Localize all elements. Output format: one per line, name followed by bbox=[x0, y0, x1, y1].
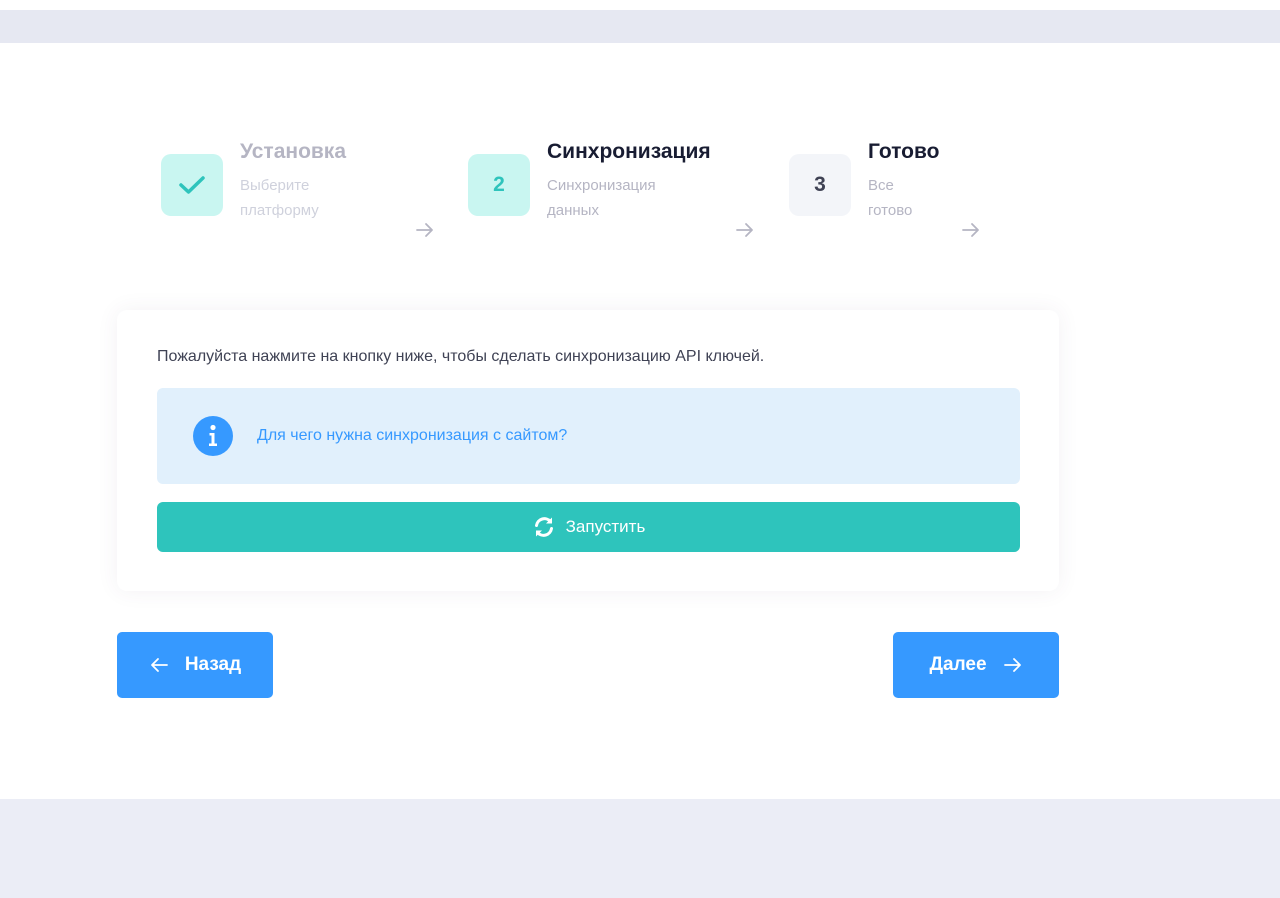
run-sync-button[interactable]: Запустить bbox=[157, 502, 1020, 552]
next-label: Далее bbox=[929, 654, 987, 675]
arrow-left-icon bbox=[150, 658, 168, 672]
sync-icon bbox=[534, 517, 553, 537]
step-sync-desc: Синхронизация данных bbox=[547, 173, 711, 223]
step-install-desc-line1: Выберите bbox=[240, 177, 310, 194]
info-circle-icon bbox=[193, 416, 233, 456]
check-icon bbox=[179, 176, 205, 194]
back-label: Назад bbox=[184, 654, 242, 675]
step-sync: 2 Синхронизация Синхронизация данных bbox=[468, 139, 711, 223]
step-done-number: 3 bbox=[789, 154, 851, 216]
back-button[interactable]: Назад bbox=[117, 632, 273, 698]
arrow-right-icon bbox=[736, 223, 753, 237]
run-sync-label: Запустить bbox=[565, 517, 646, 536]
info-box: Для чего нужна синхронизация с сайтом? bbox=[157, 388, 1020, 484]
step-sync-title: Синхронизация bbox=[547, 140, 711, 163]
sync-instruction: Пожалуйста нажмите на кнопку ниже, чтобы… bbox=[157, 348, 765, 365]
step-done-title: Готово bbox=[868, 140, 940, 163]
step-install-desc: Выберите платформу bbox=[240, 173, 346, 223]
arrow-right-icon bbox=[1003, 658, 1021, 672]
sync-info-link[interactable]: Для чего нужна синхронизация с сайтом? bbox=[257, 427, 567, 445]
sync-card: Пожалуйста нажмите на кнопку ниже, чтобы… bbox=[117, 310, 1059, 591]
step-sync-desc-line1: Синхронизация bbox=[547, 177, 656, 194]
step-done-desc: Все готово bbox=[868, 173, 939, 223]
top-strip bbox=[0, 0, 1280, 10]
wizard-panel: Установка Выберите платформу 2 Синхрониз… bbox=[0, 43, 1280, 799]
arrow-right-icon bbox=[416, 223, 433, 237]
step-install-badge bbox=[161, 154, 223, 216]
step-sync-desc-line2: данных bbox=[547, 202, 599, 219]
top-bar bbox=[0, 10, 1280, 43]
step-install-desc-line2: платформу bbox=[240, 202, 319, 219]
step-sync-number: 2 bbox=[468, 154, 530, 216]
arrow-right-icon bbox=[962, 223, 979, 237]
step-install: Установка Выберите платформу bbox=[161, 139, 346, 223]
step-install-title: Установка bbox=[240, 140, 346, 163]
step-done-desc-line1: Все bbox=[868, 177, 894, 194]
step-done: 3 Готово Все готово bbox=[789, 139, 939, 223]
next-button[interactable]: Далее bbox=[893, 632, 1059, 698]
step-done-desc-line2: готово bbox=[868, 202, 913, 219]
